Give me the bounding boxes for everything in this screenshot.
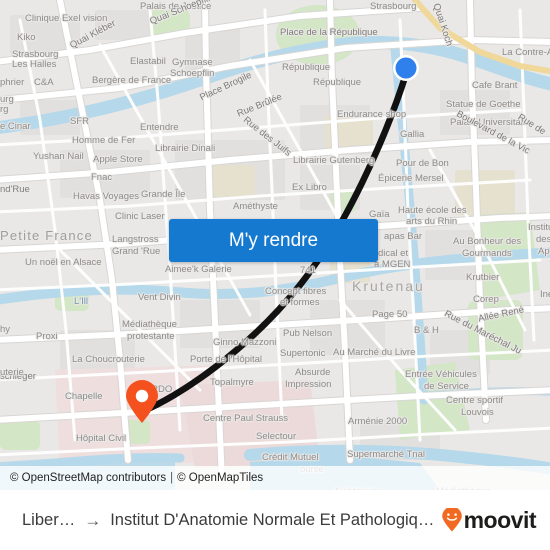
attribution-tiles[interactable]: © OpenMapTiles bbox=[177, 472, 263, 484]
bottom-bar: Liber… → Institut D'Anatomie Normale Et … bbox=[0, 490, 550, 550]
origin-pin-icon[interactable] bbox=[124, 380, 160, 424]
destination-dot-icon[interactable] bbox=[392, 54, 420, 82]
map-attribution: © OpenStreetMap contributors | © OpenMap… bbox=[0, 466, 550, 490]
moovit-map-screen: Clinique Exel vision Palais de Justice Str… bbox=[0, 0, 550, 550]
trip-summary[interactable]: Liber… → Institut D'Anatomie Normale Et … bbox=[22, 511, 441, 530]
trip-origin: Liber… bbox=[22, 510, 76, 529]
attribution-osm[interactable]: © OpenStreetMap contributors bbox=[10, 472, 166, 484]
trip-destination: Institut D'Anatomie Normale Et Pathologi… bbox=[110, 510, 435, 529]
attribution-separator: | bbox=[170, 472, 174, 484]
navigate-button[interactable]: M'y rendre bbox=[169, 219, 378, 262]
moovit-logo[interactable]: moovit bbox=[441, 506, 537, 534]
arrow-right-icon: → bbox=[84, 510, 102, 530]
moovit-pin-icon bbox=[441, 508, 462, 532]
moovit-wordmark: moovit bbox=[463, 506, 537, 533]
